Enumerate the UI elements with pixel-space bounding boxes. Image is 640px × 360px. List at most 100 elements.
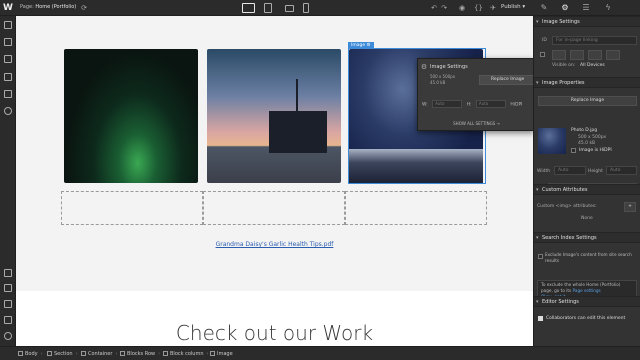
element-icon xyxy=(81,351,86,356)
breadcrumb-image[interactable]: Image xyxy=(210,350,233,358)
settings-panel: Image Settings ID For in-page linking Vi… xyxy=(533,16,640,346)
webflow-logo[interactable]: W xyxy=(3,3,13,13)
file-size: 45.0 kB xyxy=(578,141,596,146)
pages-icon[interactable] xyxy=(4,38,12,46)
page-settings-link[interactable]: Page settings xyxy=(573,288,601,293)
designer-window: W Page: Home (Portfolio) ⟳ ↶ ↷ ◉ {} ✈ Pu… xyxy=(0,0,640,360)
image-settings-popup: ⚙ Image Settings 500 x 500px 45.0 kB Rep… xyxy=(417,58,534,131)
image-settings-header[interactable]: Image Settings xyxy=(534,16,640,27)
height-label: Height xyxy=(588,169,603,174)
page-prefix: Page: xyxy=(20,4,34,10)
preview-icon[interactable]: ◉ xyxy=(458,4,466,12)
hidpi-checkbox[interactable] xyxy=(571,148,576,153)
popup-size-row: W: Auto H: Auto HiDPI xyxy=(422,100,523,108)
redo-icon[interactable]: ↷ xyxy=(440,4,448,12)
add-icon[interactable] xyxy=(4,21,12,29)
element-icon xyxy=(47,351,52,356)
work-heading[interactable]: Check out our Work xyxy=(16,321,533,345)
mobile-landscape-icon[interactable] xyxy=(285,5,294,12)
id-input[interactable]: For in-page linking xyxy=(552,36,637,45)
selected-element-tag[interactable]: Image ⚙ xyxy=(348,42,374,49)
left-toolbar xyxy=(0,16,16,346)
layers-icon[interactable]: ☰ xyxy=(581,3,591,13)
device-toggle[interactable] xyxy=(570,50,584,60)
publish-button[interactable]: Publish ▾ xyxy=(501,4,525,10)
collaborators-checkbox[interactable] xyxy=(538,316,543,321)
breadcrumb-block-column[interactable]: Block column › xyxy=(163,350,209,358)
popup-file-info: 500 x 500px 45.0 kB xyxy=(430,74,455,86)
collaborators-label: Collaborators can edit this element xyxy=(546,316,626,321)
undo-icon[interactable]: ↶ xyxy=(430,4,438,12)
custom-attributes-header[interactable]: Custom Attributes xyxy=(534,184,640,195)
element-icon xyxy=(18,351,23,356)
visibility-eye-icon[interactable] xyxy=(540,52,545,57)
hidpi-label: Image is HiDPI xyxy=(579,148,612,153)
popup-title: Image Settings xyxy=(430,64,468,70)
breadcrumb-container[interactable]: Container › xyxy=(81,350,117,358)
device-toggle[interactable] xyxy=(606,50,620,60)
tower-photo[interactable] xyxy=(207,49,341,183)
popup-height-label: H: xyxy=(466,102,472,108)
breadcrumb-body[interactable]: Body › xyxy=(18,350,43,358)
separator: › xyxy=(158,351,161,357)
style-icon[interactable]: ✎ xyxy=(539,3,549,13)
add-attribute-button[interactable]: + xyxy=(624,202,636,212)
show-all-settings-link[interactable]: SHOW ALL SETTINGS → xyxy=(418,121,535,126)
none-label: None xyxy=(581,216,593,221)
empty-block[interactable] xyxy=(203,191,345,225)
search-index-header[interactable]: Search Index Settings xyxy=(534,232,640,243)
share-icon[interactable]: ✈ xyxy=(489,4,497,12)
select-tool-icon[interactable] xyxy=(4,269,12,277)
aurora-photo[interactable] xyxy=(64,49,198,183)
image-thumbnail xyxy=(538,128,566,154)
empty-block[interactable] xyxy=(345,191,487,225)
interactions-icon[interactable]: ϟ xyxy=(603,3,613,13)
pdf-link[interactable]: Grandma Daisy's Garlic Health Tips.pdf xyxy=(16,241,533,248)
popup-width-label: W: xyxy=(422,102,428,108)
popup-width-input[interactable]: Auto xyxy=(432,100,463,108)
assets-icon[interactable] xyxy=(4,73,12,81)
breadcrumb-label: Image xyxy=(217,351,233,357)
height-input[interactable]: Auto xyxy=(606,166,637,175)
breadcrumb-section[interactable]: Section › xyxy=(47,350,78,358)
settings-icon[interactable] xyxy=(4,107,12,115)
custom-img-label: Custom <img> attributes: xyxy=(537,204,597,209)
breadcrumb-blocks-row[interactable]: Blocks Row › xyxy=(120,350,160,358)
breadcrumb-label: Container xyxy=(88,351,113,357)
guides-icon[interactable] xyxy=(4,316,12,324)
page-selector[interactable]: Page: Home (Portfolio) xyxy=(20,4,76,10)
breadcrumb-label: Section xyxy=(54,351,73,357)
element-icon xyxy=(120,351,125,356)
editor-settings-header[interactable]: Editor Settings xyxy=(534,296,640,307)
gear-icon: ⚙ xyxy=(420,63,428,71)
device-toggle[interactable] xyxy=(552,50,566,60)
exclude-checkbox[interactable] xyxy=(538,254,543,259)
desktop-icon[interactable] xyxy=(242,3,255,13)
grid-icon[interactable] xyxy=(4,300,12,308)
navigator-icon[interactable] xyxy=(4,55,12,63)
help-icon[interactable] xyxy=(4,332,12,340)
id-label: ID xyxy=(542,38,547,43)
visible-on-label: Visible on: xyxy=(552,63,576,68)
visible-on-value: All Devices xyxy=(580,63,605,68)
mobile-portrait-icon[interactable] xyxy=(303,3,309,13)
page-settings-icon[interactable]: ⟳ xyxy=(80,4,88,12)
popup-replace-button[interactable]: Replace Image xyxy=(479,75,534,85)
filename: Photo D.jpg xyxy=(571,128,598,133)
code-icon[interactable]: {} xyxy=(474,4,483,12)
box-select-icon[interactable] xyxy=(4,284,12,292)
popup-height-input[interactable]: Auto xyxy=(475,100,506,108)
popup-hidpi-label[interactable]: HiDPI xyxy=(510,103,522,108)
element-icon xyxy=(210,351,215,356)
image-properties-header[interactable]: Image Properties xyxy=(534,77,640,88)
cms-icon[interactable] xyxy=(4,90,12,98)
mast-silhouette xyxy=(296,79,298,113)
breadcrumb-label: Body xyxy=(25,351,38,357)
empty-block[interactable] xyxy=(61,191,203,225)
gear-icon[interactable]: ⚙ xyxy=(560,3,570,13)
tablet-icon[interactable] xyxy=(264,3,272,13)
separator: › xyxy=(115,351,118,357)
device-toggle[interactable] xyxy=(588,50,602,60)
width-input[interactable]: Auto xyxy=(554,166,586,175)
replace-image-button[interactable]: Replace Image xyxy=(538,96,637,106)
